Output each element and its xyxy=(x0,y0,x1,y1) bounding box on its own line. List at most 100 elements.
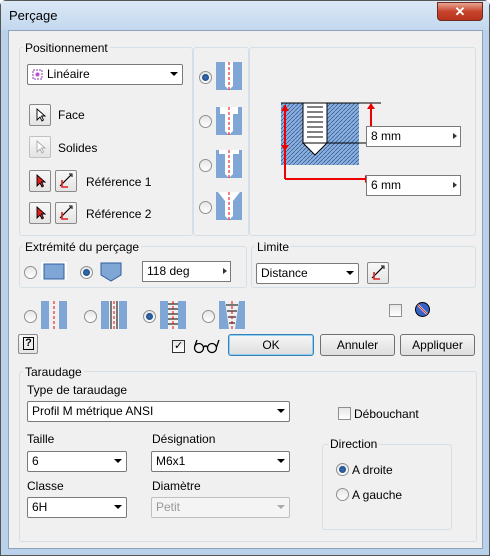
help-icon: ? xyxy=(23,337,34,350)
chevron-down-icon xyxy=(170,72,178,76)
thread-type-value: Profil M métrique ANSI xyxy=(32,404,154,418)
diametre-combo[interactable]: Petit xyxy=(151,497,290,518)
reference1-flip-button[interactable] xyxy=(55,170,77,192)
dialog-window: Perçage ✕ Positionnement Linéaire Face S… xyxy=(0,0,490,556)
positionnement-label: Positionnement xyxy=(23,41,110,55)
direction-label: Direction xyxy=(328,437,380,451)
pointer-arrow-red-icon xyxy=(36,174,47,188)
left-hand-label: A gauche xyxy=(352,488,403,502)
preview-checkbox[interactable]: ✓ xyxy=(172,340,185,353)
countersink-hole-icon[interactable] xyxy=(216,192,242,220)
pointer-arrow-red-icon xyxy=(36,206,47,220)
hole-type-spotface-radio[interactable] xyxy=(199,159,212,172)
solides-select-button[interactable] xyxy=(29,136,51,158)
ifeature-icon[interactable] xyxy=(414,301,431,318)
face-label: Face xyxy=(58,108,85,122)
direction-group xyxy=(322,444,452,530)
title-bar[interactable]: Perçage ✕ xyxy=(1,1,489,30)
flip-direction-icon xyxy=(59,173,73,188)
designation-value: M6x1 xyxy=(156,454,186,468)
limite-flip-button[interactable] xyxy=(367,262,389,284)
reference1-select-button[interactable] xyxy=(29,170,51,192)
chevron-down-icon xyxy=(346,271,354,275)
flip-direction-icon xyxy=(59,205,73,220)
diameter-input[interactable]: 6 mm xyxy=(366,175,461,196)
right-hand-label: A droite xyxy=(352,463,393,477)
reference2-label: Référence 2 xyxy=(86,207,152,221)
right-hand-radio[interactable] xyxy=(336,463,349,476)
clearance-hole-icon[interactable] xyxy=(101,301,127,329)
tapped-hole-radio[interactable] xyxy=(143,310,156,323)
reference2-flip-button[interactable] xyxy=(55,202,77,224)
designation-label: Désignation xyxy=(152,432,216,446)
simple-hole-icon[interactable] xyxy=(216,62,242,90)
designation-combo[interactable]: M6x1 xyxy=(151,451,290,472)
tapped-hole-icon[interactable] xyxy=(160,301,186,329)
counterbore-hole-icon[interactable] xyxy=(216,107,242,135)
debouchant-checkbox[interactable] xyxy=(338,407,351,420)
taille-combo[interactable]: 6 xyxy=(27,451,127,472)
reference1-label: Référence 1 xyxy=(86,175,152,189)
chevron-down-icon xyxy=(114,505,122,509)
depth-value: 8 mm xyxy=(371,129,401,143)
termination-combo[interactable]: Distance xyxy=(256,263,359,284)
placement-type-value: Linéaire xyxy=(47,67,90,81)
point-angle-input[interactable]: 118 deg xyxy=(142,261,231,282)
angle-end-radio[interactable] xyxy=(80,266,93,279)
taille-value: 6 xyxy=(32,454,39,468)
limite-label: Limite xyxy=(255,240,292,254)
depth-input[interactable]: 8 mm xyxy=(366,126,461,147)
thread-type-combo[interactable]: Profil M métrique ANSI xyxy=(27,401,290,422)
chevron-down-icon xyxy=(277,459,285,463)
termination-value: Distance xyxy=(261,266,308,280)
drilled-hole-radio[interactable] xyxy=(24,310,37,323)
left-hand-radio[interactable] xyxy=(336,488,349,501)
hole-type-counterbore-radio[interactable] xyxy=(199,115,212,128)
diameter-value: 6 mm xyxy=(371,178,401,192)
taille-label: Taille xyxy=(27,432,55,446)
window-title: Perçage xyxy=(9,8,58,23)
check-mark-icon: ✓ xyxy=(174,340,184,352)
flat-end-icon[interactable] xyxy=(41,262,67,280)
extremite-label: Extrémité du perçage xyxy=(23,240,142,254)
cancel-button[interactable]: Annuler xyxy=(320,334,395,356)
diametre-label: Diamètre xyxy=(152,479,201,493)
pointer-arrow-icon xyxy=(36,108,47,122)
ifeature-checkbox[interactable] xyxy=(389,304,402,317)
flyout-arrow-icon[interactable] xyxy=(453,133,457,139)
apply-button[interactable]: Appliquer xyxy=(400,334,475,356)
pointer-arrow-icon xyxy=(36,140,47,154)
classe-label: Classe xyxy=(27,479,64,493)
clearance-hole-radio[interactable] xyxy=(84,310,97,323)
hole-type-simple-radio[interactable] xyxy=(199,71,212,84)
angle-end-icon[interactable] xyxy=(98,262,124,282)
taper-tapped-hole-icon[interactable] xyxy=(219,301,245,329)
spotface-hole-icon[interactable] xyxy=(216,150,242,178)
close-button[interactable]: ✕ xyxy=(437,2,483,21)
flip-direction-icon xyxy=(371,265,385,280)
debouchant-label: Débouchant xyxy=(354,407,419,421)
linear-placement-icon xyxy=(32,69,43,80)
thread-type-label: Type de taraudage xyxy=(27,383,128,397)
flyout-arrow-icon[interactable] xyxy=(453,182,457,188)
face-select-button[interactable] xyxy=(29,104,51,126)
classe-value: 6H xyxy=(32,500,48,514)
help-button[interactable]: ? xyxy=(18,334,38,354)
taper-tapped-hole-radio[interactable] xyxy=(202,310,215,323)
hole-type-countersink-radio[interactable] xyxy=(199,201,212,214)
classe-combo[interactable]: 6H xyxy=(27,497,127,518)
chevron-down-icon xyxy=(277,409,285,413)
flyout-arrow-icon[interactable] xyxy=(223,268,227,274)
ok-button[interactable]: OK xyxy=(228,334,314,356)
taraudage-label: Taraudage xyxy=(23,365,84,379)
dialog-client: Positionnement Linéaire Face Solides Réf… xyxy=(8,30,483,549)
drilled-hole-icon[interactable] xyxy=(41,301,67,329)
flat-end-radio[interactable] xyxy=(24,266,37,279)
point-angle-value: 118 deg xyxy=(147,264,190,278)
reference2-select-button[interactable] xyxy=(29,202,51,224)
solides-label: Solides xyxy=(58,141,98,155)
placement-type-combo[interactable]: Linéaire xyxy=(27,64,183,85)
chevron-down-icon xyxy=(277,505,285,509)
chevron-down-icon xyxy=(114,459,122,463)
glasses-icon xyxy=(193,339,220,354)
